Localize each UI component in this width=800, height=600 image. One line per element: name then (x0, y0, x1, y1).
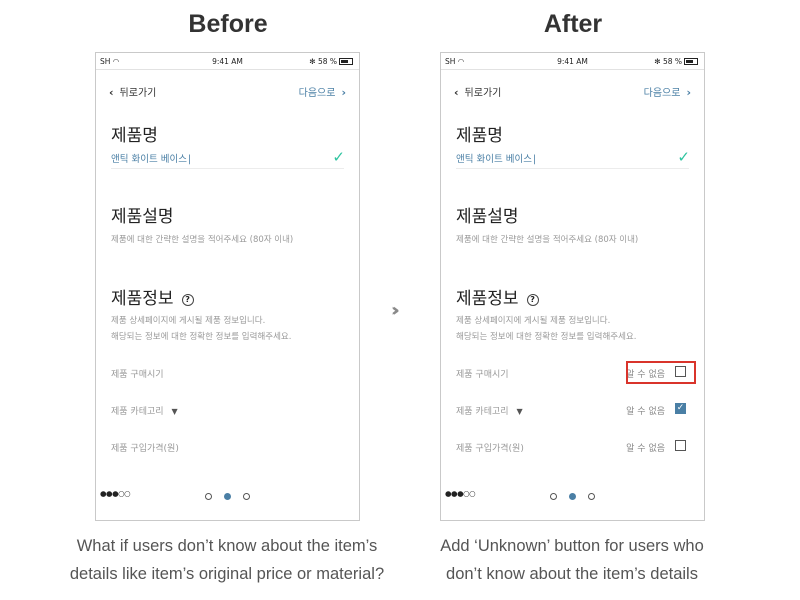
product-description-input[interactable]: 제품에 대한 간략한 설명을 적어주세요 (80자 이내) (111, 233, 293, 245)
bluetooth-icon: ✻ (654, 57, 661, 66)
status-bar: ●●●○○ SH ◠ 9:41 AM ✻ 58 % (96, 53, 359, 498)
pagination (96, 485, 359, 500)
product-name-title: 제품명 (456, 126, 503, 146)
chevron-left-icon: ‹ (109, 86, 114, 99)
help-icon[interactable]: ? (181, 294, 194, 306)
battery-icon (339, 58, 353, 65)
phone-after: ●●●○○ SH ◠ 9:41 AM ✻ 58 % ‹ 뒤로가기 다음으로 › 제품… (440, 52, 705, 521)
product-info-description: 제품 상세페이지에 게시될 제품 정보입니다. 해당되는 정보에 대한 정확한 정… (456, 316, 637, 342)
unknown-label: 알 수 없음 (626, 444, 665, 454)
field-purchase-date[interactable]: 제품 구매시기 (111, 364, 344, 382)
product-description-input[interactable]: 제품에 대한 간략한 설명을 적어주세요 (80자 이내) (456, 233, 638, 245)
nav-bar: ‹ 뒤로가기 다음으로 › (96, 81, 359, 101)
back-button[interactable]: ‹ 뒤로가기 (109, 84, 156, 99)
nav-bar: ‹ 뒤로가기 다음으로 › (441, 81, 704, 101)
battery-icon (684, 58, 698, 65)
page-dot-active[interactable] (224, 493, 231, 500)
unknown-checkbox[interactable] (675, 440, 686, 451)
unknown-label: 알 수 없음 (626, 407, 665, 417)
page-dot-active[interactable] (569, 493, 576, 500)
check-icon: ✓ (332, 148, 345, 166)
before-heading: Before (188, 10, 268, 38)
field-category[interactable]: 제품 카테고리 ▼ (111, 401, 344, 419)
next-label: 다음으로 (643, 88, 681, 99)
next-button[interactable]: 다음으로 › (644, 84, 691, 99)
page-dot[interactable] (550, 493, 557, 500)
unknown-checkbox-checked[interactable]: ✓ (675, 403, 686, 414)
pagination (441, 485, 704, 500)
chevron-right-icon: › (341, 86, 346, 99)
field-purchase-price[interactable]: 제품 구입가격(원) (111, 438, 344, 456)
back-button[interactable]: ‹ 뒤로가기 (454, 84, 501, 99)
field-purchase-price[interactable]: 제품 구입가격(원) 알 수 없음 (456, 438, 689, 456)
status-bar: ●●●○○ SH ◠ 9:41 AM ✻ 58 % (441, 53, 704, 498)
next-label: 다음으로 (298, 88, 336, 99)
product-info-title: 제품정보? (456, 284, 539, 309)
product-info-description: 제품 상세페이지에 게시될 제품 정보입니다. 해당되는 정보에 대한 정확한 정… (111, 316, 292, 342)
after-heading: After (543, 10, 603, 38)
phone-before: ●●●○○ SH ◠ 9:41 AM ✻ 58 % ‹ 뒤로가기 다음으로 › 제품… (95, 52, 360, 521)
next-button[interactable]: 다음으로 › (299, 84, 346, 99)
check-icon: ✓ (677, 148, 690, 166)
battery-percent: 58 % (317, 57, 337, 66)
divider (456, 168, 689, 169)
chevron-left-icon: ‹ (454, 86, 459, 99)
after-caption: Add ‘Unknown’ button for users who don’t… (440, 537, 704, 583)
help-icon[interactable]: ? (526, 294, 539, 306)
chevron-right-icon: › (686, 86, 691, 99)
page-dot[interactable] (205, 493, 212, 500)
product-info-title: 제품정보? (111, 284, 194, 309)
divider (111, 168, 344, 169)
before-caption: What if users don’t know about the item’… (69, 537, 385, 583)
double-chevron-right-icon: ›› (391, 300, 400, 321)
product-description-title: 제품설명 (111, 207, 174, 227)
page-dot[interactable] (588, 493, 595, 500)
back-label: 뒤로가기 (119, 88, 157, 99)
battery-percent: 58 % (662, 57, 682, 66)
highlight-box (626, 361, 696, 384)
product-name-title: 제품명 (111, 126, 158, 146)
page-dot[interactable] (243, 493, 250, 500)
field-category[interactable]: 제품 카테고리 ▼ 알 수 없음 ✓ (456, 401, 689, 419)
dropdown-arrow-icon[interactable]: ▼ (172, 407, 178, 416)
product-description-title: 제품설명 (456, 207, 519, 227)
product-name-input[interactable]: 앤틱 화이트 베이스| (111, 151, 191, 165)
back-label: 뒤로가기 (464, 88, 502, 99)
product-name-input[interactable]: 앤틱 화이트 베이스| (456, 151, 536, 165)
bluetooth-icon: ✻ (309, 57, 316, 66)
dropdown-arrow-icon[interactable]: ▼ (517, 407, 523, 416)
